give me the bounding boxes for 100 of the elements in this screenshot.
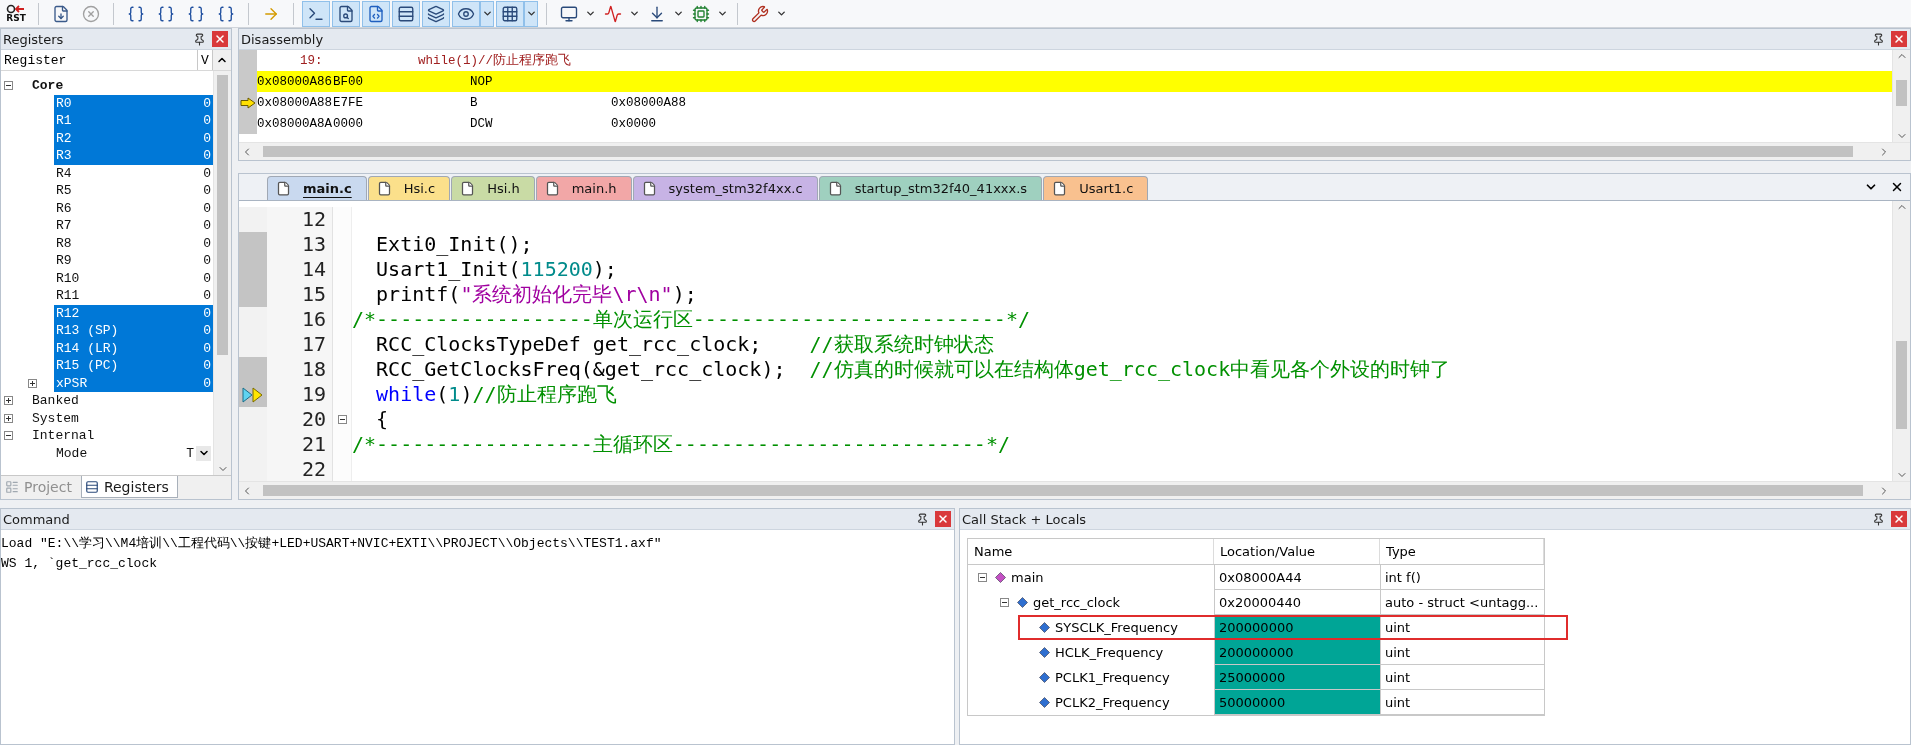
register-row[interactable]: Core — [30, 77, 213, 95]
file-tab[interactable]: Hsi.h — [451, 176, 535, 200]
column-header[interactable]: Name — [968, 539, 1214, 564]
vertical-scrollbar[interactable] — [1892, 201, 1910, 481]
file-tab[interactable]: main.c — [267, 176, 367, 200]
close-button[interactable] — [935, 511, 951, 527]
pin-icon[interactable] — [1872, 32, 1885, 46]
panel-title: Call Stack + Locals — [962, 511, 1087, 527]
disassembly-row[interactable]: 0x08000A88 E7FE B 0x08000A88 — [257, 92, 1892, 113]
register-row[interactable]: System — [30, 409, 213, 427]
collapse-icon[interactable] — [978, 573, 987, 582]
collapse-icon[interactable] — [1000, 598, 1009, 607]
vertical-scrollbar[interactable] — [213, 71, 231, 475]
register-row[interactable]: R1 0 — [54, 112, 213, 130]
name-cell[interactable]: SYSCLK_Frequency — [968, 615, 1214, 640]
register-row[interactable]: R11 0 — [54, 287, 213, 305]
register-row[interactable]: R3 0 — [54, 147, 213, 165]
dropdown-button[interactable] — [196, 445, 211, 461]
registers-window-button[interactable] — [392, 0, 420, 27]
scrollbar-thumb[interactable] — [217, 75, 228, 355]
register-row[interactable]: R13 (SP) 0 — [54, 322, 213, 340]
pin-icon[interactable] — [916, 512, 929, 526]
register-row[interactable]: Banked — [30, 392, 213, 410]
watch-window-button[interactable] — [452, 0, 480, 27]
code-line: RCC_GetClocksFreq(&get_rcc_clock); //仿真的时候就可以在结构体get_rcc_clock中看见各个外设的时钟了 — [375, 357, 1451, 382]
scrollbar-thumb[interactable] — [1896, 341, 1907, 429]
name-cell[interactable]: HCLK_Frequency — [968, 640, 1214, 665]
register-row[interactable]: Mode T — [54, 444, 213, 462]
pin-icon[interactable] — [193, 32, 206, 46]
register-value: 0 — [203, 113, 211, 129]
name-cell[interactable]: get_rcc_clock — [968, 590, 1214, 615]
expand-icon[interactable] — [4, 413, 13, 423]
expand-icon[interactable] — [28, 378, 37, 388]
column-header[interactable]: Location/Value — [1214, 539, 1380, 564]
code-line: { — [375, 407, 389, 432]
close-button[interactable] — [212, 31, 228, 47]
file-tab[interactable]: Hsi.c — [367, 176, 451, 200]
close-button[interactable] — [1891, 511, 1907, 527]
collapse-icon[interactable] — [4, 431, 13, 441]
operand: 0x0000 — [611, 116, 657, 131]
register-row[interactable]: R4 0 — [54, 164, 213, 182]
collapse-icon[interactable] — [4, 81, 13, 91]
register-row[interactable]: R8 0 — [54, 234, 213, 252]
value-cell[interactable]: 0x08000A44 — [1214, 565, 1380, 590]
register-row[interactable]: R12 0 — [54, 304, 213, 322]
collapse-icon[interactable] — [337, 415, 347, 424]
caret-icon — [525, 8, 537, 19]
dropdown-arrow-button[interactable] — [480, 0, 494, 27]
code-line: printf("系统初始化完毕\r\n"); — [375, 282, 697, 307]
variable-name: PCLK1_Frequency — [1055, 670, 1170, 685]
value-cell[interactable]: 0x20000440 — [1214, 590, 1380, 615]
register-row[interactable]: R15 (PC) 0 — [54, 357, 213, 375]
code-line: /*------------------单次运行区--------------------------*/ — [352, 307, 1030, 332]
disassembly-window-button[interactable] — [332, 0, 360, 27]
horizontal-scrollbar[interactable] — [239, 481, 1910, 499]
register-row[interactable]: R9 0 — [54, 252, 213, 270]
register-name: R9 — [56, 253, 72, 269]
register-row[interactable]: R7 0 — [54, 217, 213, 235]
file-tab[interactable]: Usart1.c — [1043, 176, 1149, 200]
command-window-button[interactable] — [302, 0, 330, 27]
scrollbar-thumb[interactable] — [263, 485, 1863, 496]
line-number: 17 — [267, 332, 332, 357]
name-cell[interactable]: main — [968, 565, 1214, 590]
register-row[interactable]: R0 0 — [54, 94, 213, 112]
wrench-icon — [751, 4, 769, 23]
value-cell[interactable]: 25000000 — [1214, 665, 1380, 690]
name-cell[interactable]: PCLK1_Frequency — [968, 665, 1214, 690]
file-tab[interactable]: system_stm32f4xx.c — [632, 176, 818, 200]
pin-icon[interactable] — [1872, 512, 1885, 526]
scrollbar-thumb[interactable] — [263, 146, 1853, 157]
symbols-window-button[interactable] — [362, 0, 390, 27]
value-cell[interactable]: 50000000 — [1214, 690, 1380, 715]
file-tab[interactable]: startup_stm32f40_41xxx.s — [818, 176, 1043, 200]
column-header[interactable]: Type — [1380, 539, 1544, 564]
register-row[interactable]: R6 0 — [54, 199, 213, 217]
disassembly-row[interactable]: 0x08000A86 BF00 NOP — [257, 71, 1892, 92]
register-row[interactable]: Internal — [30, 427, 213, 445]
variable-name: PCLK2_Frequency — [1055, 695, 1170, 710]
horizontal-scrollbar[interactable] — [239, 142, 1910, 160]
scrollbar-thumb[interactable] — [1896, 80, 1907, 106]
close-button[interactable] — [1891, 31, 1907, 47]
register-row[interactable]: R10 0 — [54, 269, 213, 287]
call-stack-window-button[interactable] — [422, 0, 450, 27]
disassembly-row[interactable]: 0x08000A8A0000 DCW 0x0000 — [257, 113, 1892, 134]
column-header[interactable]: V — [198, 50, 213, 70]
name-cell[interactable]: PCLK2_Frequency — [968, 690, 1214, 715]
reset-cpu-button[interactable]: RST — [2, 0, 30, 27]
panel-tab[interactable]: Registers — [80, 476, 178, 498]
vertical-scrollbar[interactable] — [1892, 50, 1910, 142]
file-tab[interactable]: main.h — [535, 176, 632, 200]
register-row[interactable]: R5 0 — [54, 182, 213, 200]
operand: 0x08000A88 — [611, 95, 687, 110]
pulse-icon — [604, 4, 622, 23]
register-value: 0 — [203, 148, 211, 164]
memory-window-button[interactable] — [496, 0, 524, 27]
dropdown-arrow-button[interactable] — [524, 0, 538, 27]
braces-icon — [157, 4, 175, 23]
value-cell[interactable]: 200000000 — [1214, 640, 1380, 665]
close-icon[interactable] — [1890, 180, 1904, 194]
expand-icon[interactable] — [4, 396, 13, 406]
